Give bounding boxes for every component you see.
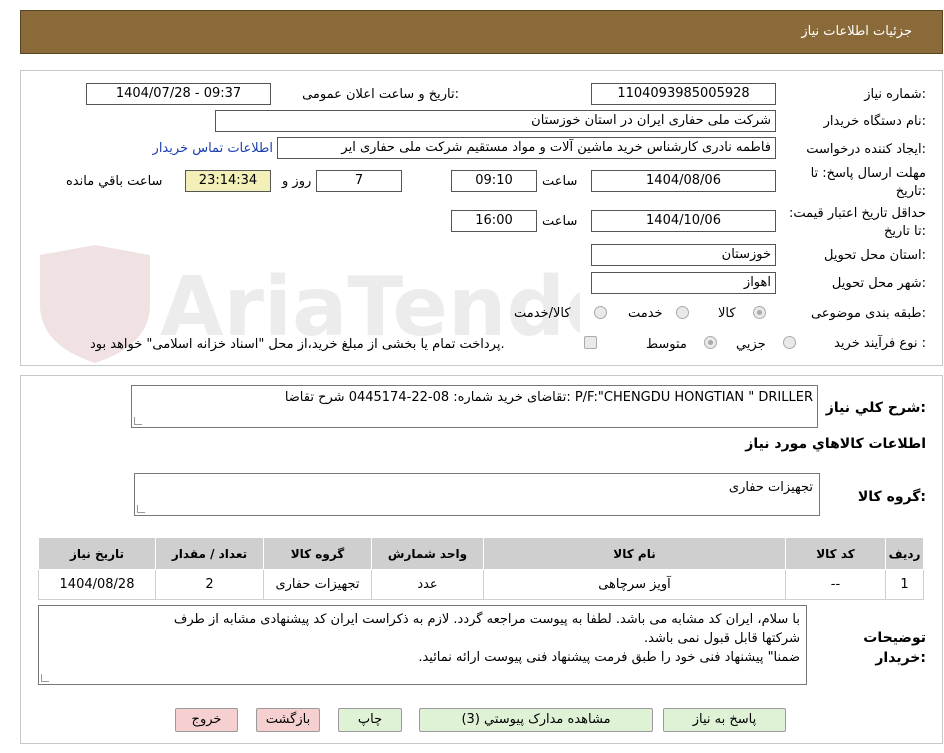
- category-radio-service[interactable]: [676, 306, 689, 319]
- announce-field: 1404/07/28 - 09:37: [86, 83, 271, 105]
- days-field: 7: [316, 170, 402, 192]
- buyer-notes-label: توضیحات خریدار:: [863, 630, 926, 666]
- col-unit: واحد شمارش: [371, 537, 484, 570]
- buyer-notes-line-2: شرکتها قابل قبول نمی باشد.: [644, 631, 800, 646]
- reply-button[interactable]: پاسخ به نیاز: [663, 708, 786, 732]
- summary-label: شرح کلي نیاز:: [825, 400, 926, 416]
- cell-unit: عدد: [371, 569, 484, 600]
- cell-item-code: --: [785, 569, 886, 600]
- process-radio-small[interactable]: [783, 336, 796, 349]
- remaining-label: ساعت باقي مانده: [66, 174, 163, 189]
- col-need-date: تاریخ نیاز: [38, 537, 156, 570]
- price-date-field: 1404/10/06: [591, 210, 776, 232]
- province-label: استان محل تحویل:: [824, 248, 926, 263]
- announce-label: تاریخ و ساعت اعلان عمومی:: [302, 87, 459, 102]
- category-option-service: خدمت: [628, 306, 663, 321]
- requester-label: ایجاد کننده درخواست:: [806, 142, 926, 157]
- table-row: 1 -- آویز سرچاهی عدد تجهیزات حفاری 2 140…: [38, 569, 924, 600]
- category-label: طبقه بندی موضوعی:: [810, 306, 926, 321]
- payment-note: پرداخت تمام یا بخشی از مبلغ خرید،از محل …: [90, 337, 505, 352]
- col-row-number: ردیف: [885, 537, 924, 570]
- process-option-medium: متوسط: [646, 337, 687, 352]
- requester-field: فاطمه نادری کارشناس خرید ماشین آلات و مو…: [277, 137, 776, 159]
- goods-section-title: اطلاعات کالاهاي مورد نیاز: [745, 436, 926, 452]
- buyer-org-field: شرکت ملی حفاری ایران در استان خوزستان: [215, 110, 776, 132]
- view-attachments-button[interactable]: مشاهده مدارک پیوستي (3): [419, 708, 653, 732]
- back-button[interactable]: بازگشت: [256, 708, 320, 732]
- reply-time-label: ساعت: [542, 174, 578, 189]
- remaining-time-field: 23:14:34: [185, 170, 271, 192]
- treasury-checkbox[interactable]: [584, 336, 597, 349]
- table-header-row: ردیف کد کالا نام کالا واحد شمارش گروه کا…: [38, 537, 924, 570]
- days-label: روز و: [282, 174, 312, 189]
- category-radio-goods-service[interactable]: [594, 306, 607, 319]
- reply-deadline-label: مهلت ارسال پاسخ: تا تاریخ:: [810, 166, 926, 199]
- exit-button[interactable]: خروج: [175, 708, 238, 732]
- resize-grip-icon[interactable]: [134, 417, 142, 425]
- buyer-contact-link[interactable]: اطلاعات تماس خریدار: [153, 141, 273, 156]
- page-header: جزئیات اطلاعات نیاز: [20, 10, 943, 54]
- process-radio-medium[interactable]: [704, 336, 717, 349]
- col-quantity: تعداد / مقدار: [155, 537, 264, 570]
- summary-textarea[interactable]: تقاضای خرید شماره: 08-22-0445174 شرح تقا…: [131, 385, 818, 428]
- need-number-field: 1104093985005928: [591, 83, 776, 105]
- resize-grip-icon[interactable]: [137, 505, 145, 513]
- city-label: شهر محل تحویل:: [831, 276, 926, 291]
- cell-need-date: 1404/08/28: [38, 569, 156, 600]
- buyer-notes-line-3: ضمنا" پیشنهاد فنی خود را طبق فرمت پیشنها…: [418, 650, 800, 665]
- cell-item-name: آویز سرچاهی: [483, 569, 786, 600]
- buyer-notes-textarea[interactable]: با سلام، ایران کد مشابه می باشد. لطفا به…: [38, 605, 807, 685]
- goods-group-label: گروه کالا:: [857, 489, 926, 505]
- buyer-org-label: نام دستگاه خریدار:: [823, 114, 926, 129]
- category-option-goods: کالا: [718, 306, 736, 321]
- price-time-label: ساعت: [542, 214, 578, 229]
- price-time-field: 16:00: [451, 210, 537, 232]
- city-field: اهواز: [591, 272, 776, 294]
- process-option-small: جزیي: [736, 337, 766, 352]
- cell-quantity: 2: [155, 569, 264, 600]
- category-option-goods-service: کالا/خدمت: [514, 306, 571, 321]
- summary-text: تقاضای خرید شماره: 08-22-0445174 شرح تقا…: [284, 390, 813, 405]
- items-table: ردیف کد کالا نام کالا واحد شمارش گروه کا…: [38, 537, 924, 600]
- category-radio-goods[interactable]: [753, 306, 766, 319]
- need-number-label: شماره نیاز:: [864, 87, 926, 102]
- col-item-code: کد کالا: [785, 537, 886, 570]
- page-title: جزئیات اطلاعات نیاز: [801, 24, 912, 39]
- resize-grip-icon[interactable]: [41, 674, 49, 682]
- reply-date-field: 1404/08/06: [591, 170, 776, 192]
- province-field: خوزستان: [591, 244, 776, 266]
- reply-time-field: 09:10: [451, 170, 537, 192]
- col-group: گروه کالا: [263, 537, 372, 570]
- goods-group-text: تجهیزات حفاری: [728, 480, 813, 495]
- cell-row-number: 1: [885, 569, 924, 600]
- process-label: نوع فرآیند خرید :: [834, 336, 926, 351]
- cell-group: تجهیزات حفاری: [263, 569, 372, 600]
- buyer-notes-line-1: با سلام، ایران کد مشابه می باشد. لطفا به…: [173, 612, 800, 627]
- goods-group-textarea[interactable]: تجهیزات حفاری: [134, 473, 820, 516]
- price-validity-label: حداقل تاریخ اعتبار قیمت: تا تاریخ:: [788, 206, 926, 239]
- col-item-name: نام کالا: [483, 537, 786, 570]
- print-button[interactable]: چاپ: [338, 708, 402, 732]
